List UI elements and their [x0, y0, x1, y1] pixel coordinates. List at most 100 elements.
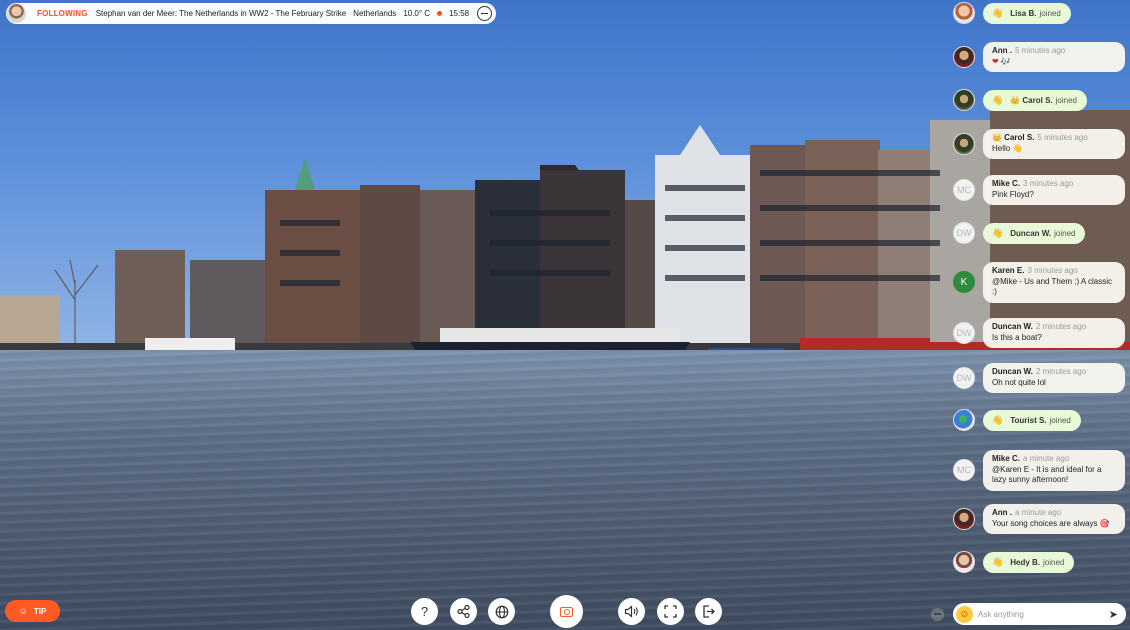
chat-input-row: ☺ ➤ [930, 602, 1126, 626]
avatar [953, 551, 975, 573]
following-label[interactable]: FOLLOWING [37, 9, 88, 18]
chat-join-item: 👋 Lisa B. joined [953, 2, 1071, 24]
message-bubble: Duncan W. 2 minutes ago Oh not quite lol [983, 363, 1125, 393]
tip-label: TIP [33, 606, 47, 616]
user-name: Lisa B. [1010, 8, 1037, 18]
avatar: DW [953, 222, 975, 244]
join-text: joined [1055, 95, 1077, 105]
chat-message: Ann .5 minutes ago ❤ 🎶 [953, 42, 1125, 72]
collapse-chat-icon[interactable] [930, 606, 945, 622]
avatar [953, 89, 975, 111]
message-text: Pink Floyd? [992, 189, 1034, 199]
wave-icon: 👋 [992, 94, 1004, 105]
chat-message: Ann .a minute ago Your song choices are … [953, 504, 1125, 534]
chat-message: MC Mike C. a minute ago @Karen E - It is … [953, 450, 1125, 491]
chat-feed: 👋 Lisa B. joined Ann .5 minutes ago ❤ 🎶 … [953, 0, 1130, 595]
message-time: 3 minutes ago [1023, 179, 1074, 188]
message-time: 2 minutes ago [1035, 322, 1087, 331]
user-name: Tourist S. [1010, 415, 1047, 425]
avatar [953, 133, 975, 155]
user-name: Hedy B. [1010, 557, 1041, 567]
message-bubble: Ann .a minute ago Your song choices are … [983, 504, 1125, 534]
chat-message: DW Duncan W. 2 minutes ago Oh not quite l… [953, 363, 1125, 393]
message-text: Oh not quite lol [992, 377, 1046, 387]
avatar: DW [953, 367, 975, 389]
stream-title: Stephan van der Meer: The Netherlands in… [95, 9, 347, 18]
message-text: ❤ 🎶 [992, 56, 1011, 66]
user-name: Ann . [992, 46, 1012, 55]
ask-field[interactable]: ☺ ➤ [953, 603, 1126, 625]
join-text: joined [1049, 415, 1071, 425]
user-name: 👑 Carol S. [992, 133, 1035, 142]
avatar [953, 409, 975, 431]
message-time: 3 minutes ago [1027, 266, 1078, 275]
message-time: 5 minutes ago [1037, 133, 1088, 142]
local-time: 15:58 [449, 9, 470, 18]
wave-icon: 👋 [992, 414, 1004, 425]
chat-join-item: 👋 👑 Carol S. joined [953, 89, 1087, 111]
join-notice: 👋 Lisa B. joined [983, 2, 1071, 24]
globe-icon[interactable] [488, 598, 515, 625]
chat-join-item: 👋 Hedy B. joined [953, 551, 1075, 573]
avatar [953, 46, 975, 68]
chat-message: K Karen E. 3 minutes ago @Mike - Us and T… [953, 262, 1125, 303]
message-time: 2 minutes ago [1035, 367, 1087, 376]
user-name: Karen E. [992, 266, 1025, 275]
message-time: a minute ago [1023, 454, 1070, 463]
message-text: Hello 👋 [992, 143, 1023, 153]
live-dot-icon [437, 11, 443, 16]
location-label: Netherlands [353, 9, 397, 18]
join-text: joined [1039, 8, 1061, 18]
smiley-icon[interactable]: ☺ [956, 605, 973, 623]
stream-info-bar: FOLLOWING Stephan van der Meer: The Neth… [6, 3, 496, 24]
avatar: K [953, 271, 975, 294]
share-icon[interactable] [450, 598, 477, 625]
join-notice: 👋 👑 Carol S. joined [983, 89, 1087, 111]
wave-icon: 👋 [992, 7, 1004, 18]
chat-join-item: 👋 Tourist S. joined [953, 409, 1081, 431]
user-name: Mike C. [992, 454, 1021, 463]
message-bubble: Duncan W. 2 minutes ago Is this a boat? [983, 318, 1125, 348]
avatar: MC [953, 459, 975, 482]
tip-icon: ☺ [18, 606, 28, 616]
tip-button[interactable]: ☺ TIP [5, 600, 60, 622]
wave-icon: 👋 [992, 227, 1004, 238]
message-bubble: Ann .5 minutes ago ❤ 🎶 [983, 42, 1125, 72]
message-text: Your song choices are always 🎯 [992, 518, 1110, 528]
user-name: 👑 Carol S. [1010, 95, 1053, 105]
exit-icon[interactable] [695, 598, 722, 625]
volume-icon[interactable] [618, 598, 645, 625]
message-text: Is this a boat? [992, 332, 1042, 342]
fullscreen-icon[interactable] [657, 598, 684, 625]
join-notice: 👋 Hedy B. joined [983, 551, 1075, 573]
message-bubble: Karen E. 3 minutes ago @Mike - Us and The… [983, 262, 1125, 303]
avatar [953, 2, 975, 24]
avatar: MC [953, 179, 975, 201]
send-icon[interactable]: ➤ [1109, 608, 1118, 621]
message-bubble: Mike C. a minute ago @Karen E - It is and… [983, 450, 1125, 491]
camera-icon[interactable] [550, 595, 583, 628]
host-avatar[interactable] [7, 4, 26, 23]
avatar [953, 508, 975, 530]
user-name: Duncan W. [992, 367, 1033, 376]
join-notice: 👋 Tourist S. joined [983, 409, 1081, 431]
minus-circle-icon[interactable] [477, 6, 493, 21]
message-time: 5 minutes ago [1015, 46, 1066, 55]
chat-message: MC Mike C. 3 minutes ago Pink Floyd? [953, 175, 1125, 205]
chat-message: 👑 Carol S. 5 minutes ago Hello 👋 [953, 129, 1125, 159]
user-name: Mike C. [992, 179, 1021, 188]
message-bubble: Mike C. 3 minutes ago Pink Floyd? [983, 175, 1125, 205]
user-name: Duncan W. [1010, 228, 1052, 238]
wave-icon: 👋 [992, 556, 1004, 567]
ask-input[interactable] [978, 609, 1088, 619]
user-name: Duncan W. [992, 322, 1033, 331]
chat-join-item: DW 👋 Duncan W. joined [953, 222, 1086, 244]
chat-message: DW Duncan W. 2 minutes ago Is this a boat… [953, 318, 1125, 348]
join-notice: 👋 Duncan W. joined [983, 222, 1086, 244]
user-name: Ann . [992, 508, 1012, 517]
message-time: a minute ago [1015, 508, 1062, 517]
message-text: @Karen E - It is and ideal for a lazy su… [992, 464, 1102, 485]
help-icon[interactable]: ? [411, 598, 438, 625]
join-text: joined [1054, 228, 1076, 238]
message-bubble: 👑 Carol S. 5 minutes ago Hello 👋 [983, 129, 1125, 159]
